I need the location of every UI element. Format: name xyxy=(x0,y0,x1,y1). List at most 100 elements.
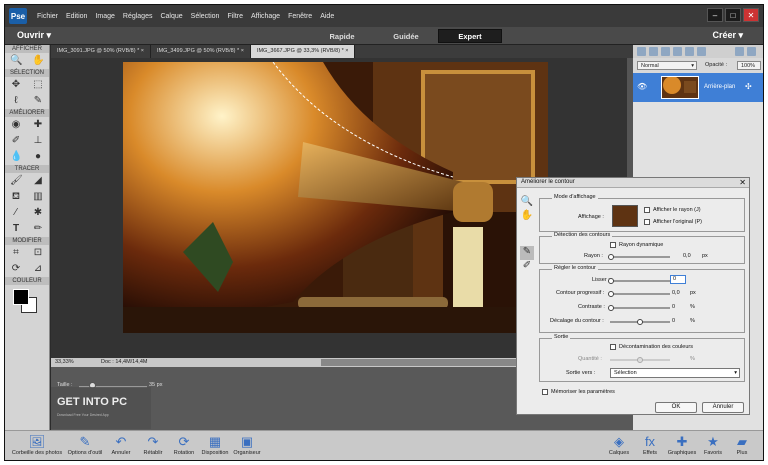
erase-refinements-icon[interactable]: ✐ xyxy=(520,260,534,274)
favorites-button[interactable]: ★ Favoris xyxy=(699,434,727,456)
spot-heal-icon[interactable]: ✚ xyxy=(32,119,44,131)
layer-row-background[interactable]: 👁 Arrière-plan ✣ xyxy=(633,73,763,102)
cancel-button[interactable]: Annuler xyxy=(702,402,744,413)
lock-icon[interactable] xyxy=(685,47,694,56)
open-button[interactable]: Ouvrir ▾ xyxy=(17,30,51,41)
radius-slider-knob[interactable] xyxy=(608,254,614,260)
document-image[interactable] xyxy=(123,62,548,333)
content-move-icon[interactable]: ⟳ xyxy=(10,263,22,275)
smooth-input[interactable]: 0 xyxy=(670,275,686,284)
mode-tab-expert[interactable]: Expert xyxy=(438,29,502,43)
refine-radius-tool-icon[interactable]: ✎ xyxy=(520,246,534,260)
custom-shape-icon[interactable]: ✱ xyxy=(32,207,44,219)
decontaminate-checkbox[interactable] xyxy=(610,344,616,350)
recompose-tool-icon[interactable]: ⊡ xyxy=(32,247,44,259)
mode-bar: Ouvrir ▾ Rapide Guidée Expert Créer ▾ xyxy=(5,27,763,45)
graphics-button[interactable]: ✚ Graphiques xyxy=(665,434,699,456)
doc-tab-1[interactable]: IMG_3091.JPG @ 50% (RVB/8) * × xyxy=(51,45,151,58)
organizer-button[interactable]: ▣ Organiseur xyxy=(231,434,263,456)
zoom-tool-icon[interactable]: 🔍 xyxy=(10,55,22,67)
show-original-checkbox[interactable] xyxy=(644,219,650,225)
straighten-tool-icon[interactable]: ⊿ xyxy=(32,263,44,275)
mask-icon[interactable] xyxy=(673,47,682,56)
menu-selection[interactable]: Sélection xyxy=(187,13,224,20)
more-button[interactable]: ▰ Plus xyxy=(729,434,755,456)
sponge-tool-icon[interactable]: ● xyxy=(32,151,44,163)
adjustment-layer-icon[interactable] xyxy=(661,47,670,56)
panel-menu-icon[interactable] xyxy=(747,47,756,56)
paint-bucket-icon[interactable]: ⛾ xyxy=(10,191,22,203)
doc-tab-3[interactable]: IMG_3667.JPG @ 33,3% (RVB/8) * × xyxy=(250,45,356,58)
text-tool-icon[interactable]: T xyxy=(10,223,22,235)
layout-button[interactable]: ▦ Disposition xyxy=(199,434,231,456)
new-layer-icon[interactable] xyxy=(637,47,646,56)
undo-button[interactable]: ↶ Annuler xyxy=(107,434,135,456)
contrast-slider-knob[interactable] xyxy=(608,305,614,311)
layers-button[interactable]: ◈ Calques xyxy=(605,434,633,456)
eraser-tool-icon[interactable]: ◢ xyxy=(32,175,44,187)
trash-icon[interactable] xyxy=(735,47,744,56)
radius-slider[interactable] xyxy=(610,256,670,258)
menu-reglages[interactable]: Réglages xyxy=(119,13,157,20)
amount-slider-knob[interactable] xyxy=(637,357,643,363)
feather-slider[interactable] xyxy=(610,293,670,295)
dialog-tools: 🔍 ✋ ✎ ✐ xyxy=(520,196,534,274)
create-button[interactable]: Créer ▾ xyxy=(712,30,743,41)
minimize-button[interactable]: – xyxy=(707,8,723,22)
rotate-button[interactable]: ⟳ Rotation xyxy=(169,434,199,456)
smooth-slider[interactable] xyxy=(610,280,670,282)
hand-icon[interactable]: ✋ xyxy=(520,210,534,224)
foreground-color[interactable] xyxy=(13,289,29,305)
menu-edition[interactable]: Edition xyxy=(62,13,91,20)
clone-stamp-icon[interactable]: ⊥ xyxy=(32,135,44,147)
contrast-slider[interactable] xyxy=(610,307,670,309)
output-to-select[interactable]: Sélection ▾ xyxy=(610,368,740,378)
menu-fenetre[interactable]: Fenêtre xyxy=(284,13,316,20)
opacity-input[interactable]: 100% xyxy=(737,61,761,70)
feather-slider-knob[interactable] xyxy=(608,291,614,297)
tool-options-button[interactable]: ✎ Options d'outil xyxy=(65,434,105,456)
menu-calque[interactable]: Calque xyxy=(156,13,186,20)
close-button[interactable]: ✕ xyxy=(743,8,759,22)
blur-tool-icon[interactable]: 💧 xyxy=(10,151,22,163)
eye-icon[interactable]: 👁 xyxy=(637,82,647,91)
mode-tab-guidee[interactable]: Guidée xyxy=(374,29,438,43)
pencil-tool-icon[interactable]: ✏ xyxy=(32,223,44,235)
zoom-icon[interactable]: 🔍 xyxy=(520,196,534,210)
menu-affichage[interactable]: Affichage xyxy=(247,13,284,20)
crop-tool-icon[interactable]: ⌗ xyxy=(10,247,22,259)
mode-tab-rapide[interactable]: Rapide xyxy=(310,29,374,43)
view-preview-thumb[interactable] xyxy=(612,205,638,227)
quick-select-icon[interactable]: ✎ xyxy=(32,95,44,107)
radius-label: Rayon : xyxy=(584,253,603,259)
shift-edge-slider-knob[interactable] xyxy=(637,319,643,325)
menu-filtre[interactable]: Filtre xyxy=(223,13,247,20)
ok-button[interactable]: OK xyxy=(655,402,697,413)
smart-radius-checkbox[interactable] xyxy=(610,242,616,248)
photo-bin-button[interactable]: 🖼 Corbeille des photos xyxy=(7,434,67,456)
red-eye-tool-icon[interactable]: ◉ xyxy=(10,119,22,131)
move-tool-icon[interactable]: ✥ xyxy=(10,79,22,91)
smart-brush-icon[interactable]: ✐ xyxy=(10,135,22,147)
marquee-tool-icon[interactable]: ⬚ xyxy=(32,79,44,91)
show-radius-checkbox[interactable] xyxy=(644,207,650,213)
brush-tool-icon[interactable]: 🖌 xyxy=(10,175,23,187)
doc-tab-2[interactable]: IMG_3499.JPG @ 50% (RVB/8) * × xyxy=(151,45,251,58)
lock-all-icon[interactable] xyxy=(697,47,706,56)
gradient-tool-icon[interactable]: ▥ xyxy=(32,191,44,203)
dialog-close-icon[interactable]: ✕ xyxy=(739,178,746,187)
effects-button[interactable]: fx Effets xyxy=(637,434,663,456)
redo-button[interactable]: ↷ Rétablir xyxy=(139,434,167,456)
lasso-tool-icon[interactable]: ℓ xyxy=(10,95,22,107)
smooth-slider-knob[interactable] xyxy=(608,278,614,284)
maximize-button[interactable]: □ xyxy=(725,8,741,22)
refine-edge-dialog: Améliorer le contour ✕ 🔍 ✋ ✎ ✐ Mode d'aff… xyxy=(516,177,750,415)
new-group-icon[interactable] xyxy=(649,47,658,56)
remember-checkbox[interactable] xyxy=(542,389,548,395)
menu-fichier[interactable]: Fichier xyxy=(33,13,62,20)
eyedropper-icon[interactable]: ⁄ xyxy=(10,207,22,219)
hand-tool-icon[interactable]: ✋ xyxy=(32,55,44,67)
menu-aide[interactable]: Aide xyxy=(316,13,338,20)
blend-mode-select[interactable]: Normal ▾ xyxy=(637,61,697,70)
menu-image[interactable]: Image xyxy=(91,13,118,20)
